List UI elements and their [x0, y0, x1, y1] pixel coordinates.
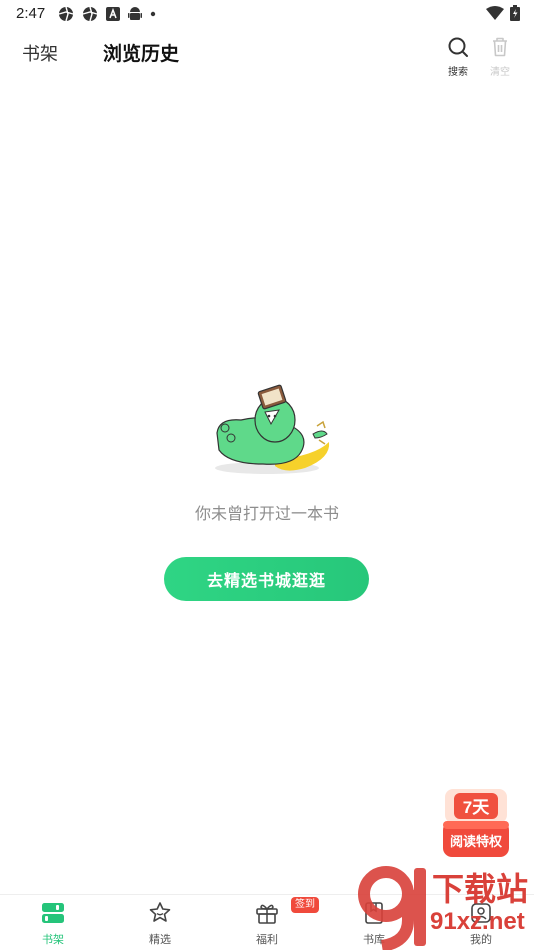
browse-picks-button[interactable]: 去精选书城逛逛	[164, 557, 369, 601]
top-header: 书架 浏览历史 搜索 清空	[0, 30, 534, 78]
tab-browse-history[interactable]: 浏览历史	[103, 39, 179, 66]
status-system-icons	[486, 5, 520, 21]
promo-days: 7天	[462, 798, 490, 817]
aperture-icon	[82, 6, 98, 22]
nav-label-welfare: 福利	[256, 933, 278, 946]
aperture-icon	[58, 6, 74, 22]
empty-state-message: 你未曾打开过一本书	[194, 504, 339, 523]
nav-item-picks[interactable]: 精选	[130, 901, 190, 949]
wifi-icon	[486, 6, 504, 20]
reading-privilege-badge[interactable]: 7天 阅读特权	[441, 787, 511, 859]
search-label: 搜索	[448, 67, 468, 78]
gift-icon	[256, 904, 278, 924]
watermark-text-url: 91xz.net	[430, 908, 525, 935]
search-button[interactable]: 搜索	[443, 36, 473, 78]
bookshelf-icon	[42, 903, 64, 923]
site-watermark: 下载站 91xz.net	[352, 860, 534, 950]
nav-item-bookshelf[interactable]: 书架	[23, 901, 83, 949]
trash-icon	[493, 37, 507, 57]
reading-creature-illustration	[215, 384, 330, 474]
nav-item-welfare[interactable]: 福利	[237, 901, 297, 949]
search-icon	[448, 37, 468, 57]
clear-button[interactable]: 清空	[485, 36, 515, 78]
nav-label-picks: 精选	[149, 933, 171, 946]
dot-icon	[150, 11, 156, 17]
signin-badge: 签到	[291, 897, 319, 913]
promo-label: 阅读特权	[449, 835, 502, 850]
tab-bookshelf[interactable]: 书架	[22, 40, 58, 66]
watermark-text-main: 下载站	[432, 871, 529, 907]
status-bar: 2:47	[0, 0, 534, 28]
nav-label-bookshelf: 书架	[42, 933, 64, 946]
star-chat-icon	[149, 902, 171, 922]
status-notification-icons	[58, 6, 156, 22]
battery-icon	[510, 5, 520, 21]
watermark-logo-icon	[358, 866, 426, 950]
clear-label: 清空	[490, 67, 510, 78]
a-box-icon	[106, 7, 120, 21]
android-icon	[128, 7, 142, 20]
status-time: 2:47	[16, 5, 46, 22]
